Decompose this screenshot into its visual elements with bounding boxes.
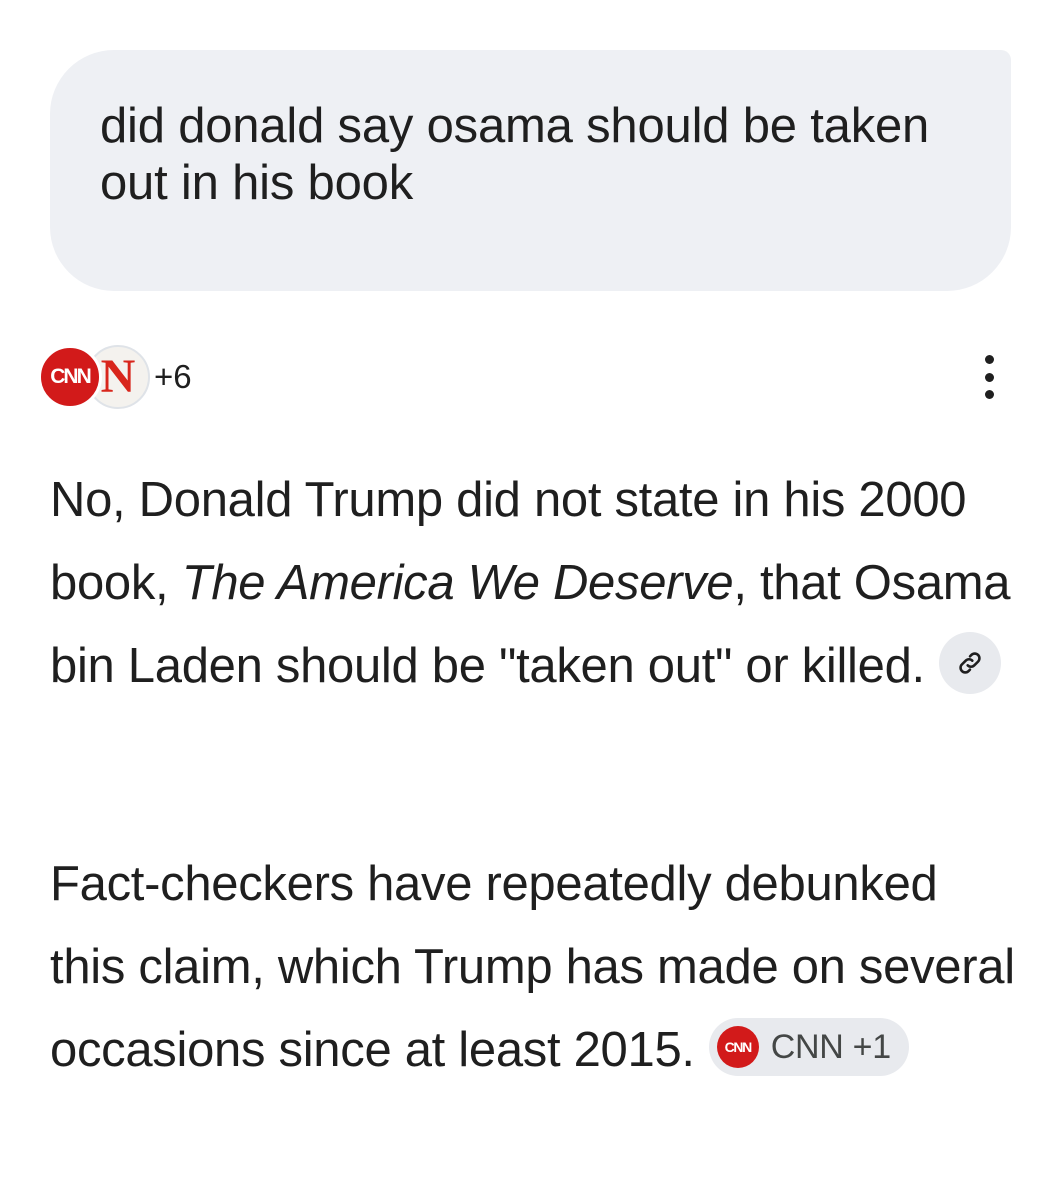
cnn-logo-icon: CNN <box>38 345 102 409</box>
more-vert-icon[interactable] <box>977 355 1001 399</box>
n-logo-text: N <box>100 350 136 403</box>
more-sources-count[interactable]: +6 <box>154 358 192 396</box>
answer-paragraph-2: Fact-checkers have repeatedly debunked t… <box>50 843 1020 1092</box>
answer-paragraph-1: No, Donald Trump did not state in his 20… <box>50 459 1020 708</box>
source-chip-label: CNN +1 <box>770 1028 891 1067</box>
cnn-logo-text: CNN <box>50 365 91 388</box>
source-chip-cnn[interactable]: CNN CNN +1 <box>708 1018 909 1077</box>
book-title: The America We Deserve <box>181 556 734 610</box>
link-icon[interactable] <box>938 632 1001 695</box>
sources-row[interactable]: CNN N +6 <box>38 345 192 409</box>
cnn-chip-logo-icon: CNN <box>716 1026 759 1069</box>
ai-answer-page: did donald say osama should be taken out… <box>0 0 1061 1200</box>
user-query-text: did donald say osama should be taken out… <box>100 99 930 210</box>
source-logos[interactable]: CNN N <box>38 345 152 409</box>
user-query-bubble: did donald say osama should be taken out… <box>50 50 1011 291</box>
cnn-chip-logo-text: CNN <box>724 1038 753 1055</box>
